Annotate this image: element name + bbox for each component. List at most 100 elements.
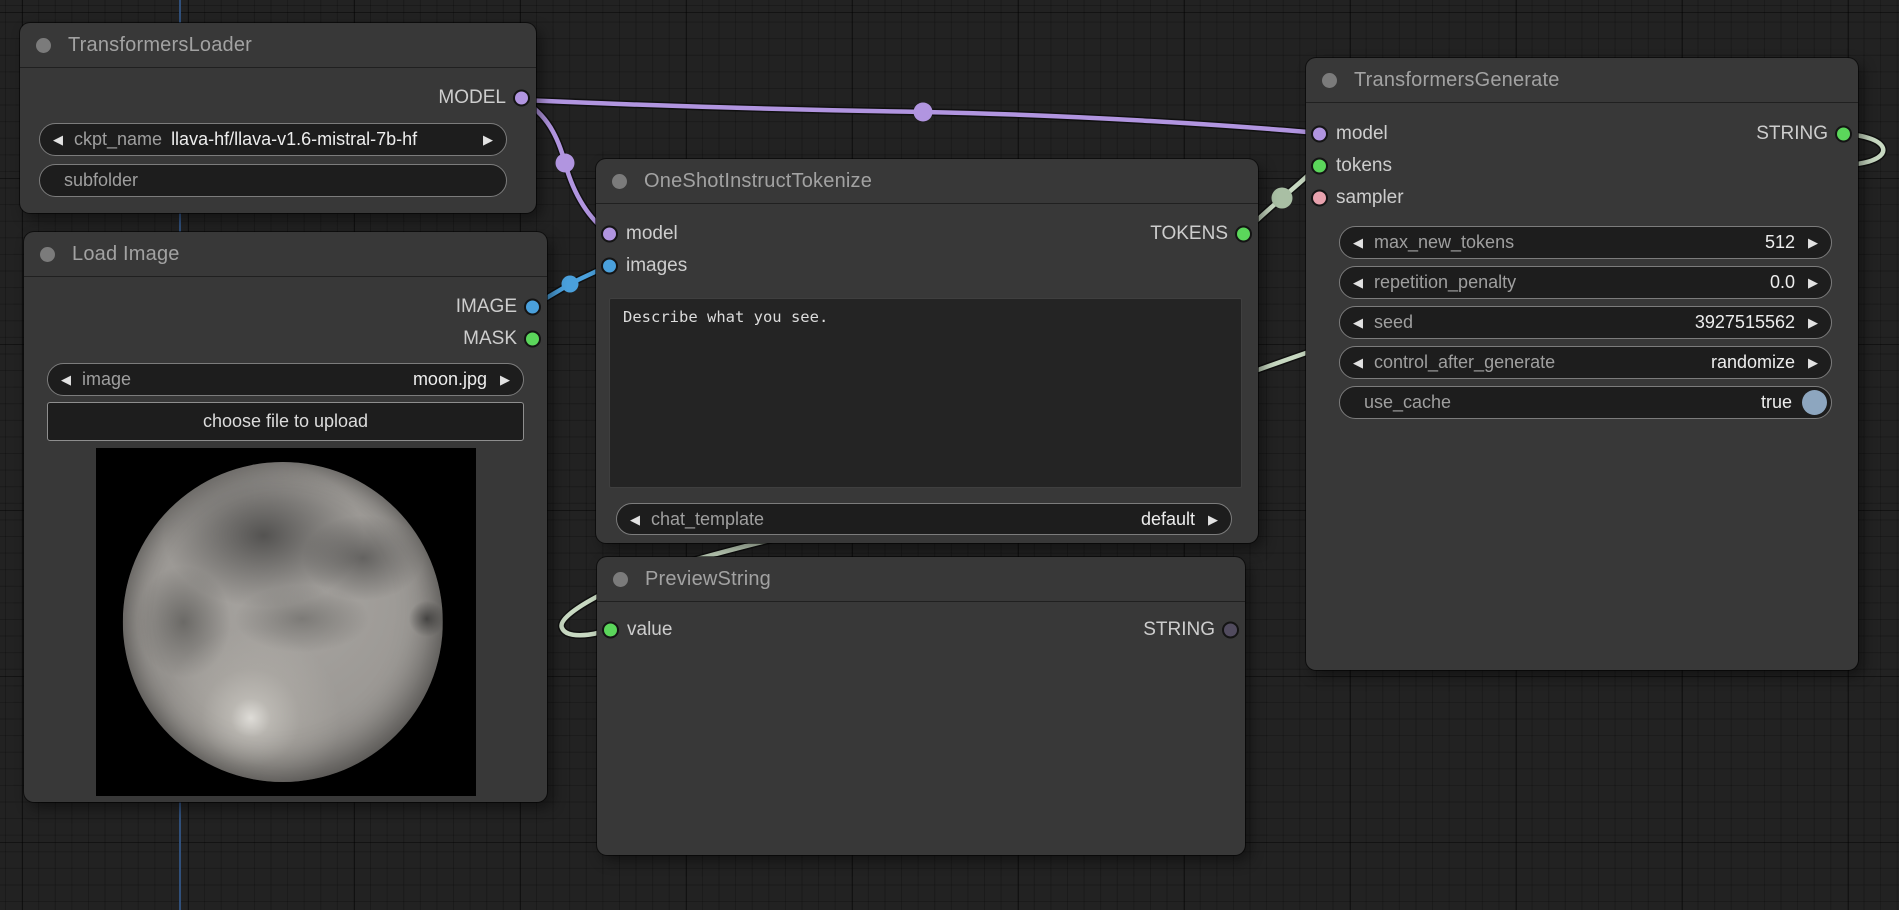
decrement-arrow-icon[interactable]: ◀ (630, 513, 640, 526)
output-label-string: STRING (1143, 619, 1215, 641)
input-dot-tokens[interactable] (1311, 158, 1328, 175)
node-load-image[interactable]: Load Image IMAGE MASK ◀ image moon.jpg ▶… (24, 232, 547, 802)
widget-chat-template[interactable]: ◀ chat_template default ▶ (616, 503, 1232, 535)
output-dot-model[interactable] (513, 90, 530, 107)
input-label-sampler: sampler (1336, 187, 1404, 209)
decrement-arrow-icon[interactable]: ◀ (61, 373, 71, 386)
node-transformers-loader[interactable]: TransformersLoader MODEL ◀ ckpt_name lla… (20, 23, 536, 213)
node-preview-string[interactable]: PreviewString value STRING (597, 557, 1245, 855)
increment-arrow-icon[interactable]: ▶ (1808, 356, 1818, 369)
wire-model-to-generate-outline (522, 100, 1319, 133)
slot-row: tokens (1306, 150, 1858, 182)
node-status-dot (612, 174, 627, 189)
node-title: OneShotInstructTokenize (644, 170, 872, 193)
output-dot-string[interactable] (1222, 622, 1239, 639)
widget-value: moon.jpg (413, 369, 487, 390)
input-label-model: model (1336, 123, 1388, 145)
widget-label: repetition_penalty (1374, 272, 1516, 293)
input-dot-value[interactable] (602, 622, 619, 639)
widget-value: llava-hf/llava-v1.6-mistral-7b-hf (171, 129, 417, 150)
slot-row: sampler (1306, 182, 1858, 214)
widget-value: 512 (1765, 232, 1795, 253)
node-title-bar[interactable]: Load Image (24, 232, 547, 277)
increment-arrow-icon[interactable]: ▶ (1808, 236, 1818, 249)
use-cache-toggle-icon[interactable] (1802, 390, 1827, 415)
widget-image[interactable]: ◀ image moon.jpg ▶ (47, 363, 524, 396)
widget-ckpt-name[interactable]: ◀ ckpt_name llava-hf/llava-v1.6-mistral-… (39, 123, 507, 156)
output-label-model: MODEL (438, 87, 506, 109)
decrement-arrow-icon[interactable]: ◀ (1353, 276, 1363, 289)
input-label-value: value (627, 619, 672, 641)
widget-control-after-generate[interactable]: ◀ control_after_generate randomize ▶ (1339, 346, 1832, 379)
output-dot-tokens[interactable] (1235, 226, 1252, 243)
decrement-arrow-icon[interactable]: ◀ (1353, 356, 1363, 369)
output-label-mask: MASK (463, 328, 517, 350)
widget-label: chat_template (651, 509, 764, 530)
input-label-images: images (626, 255, 687, 277)
node-status-dot (36, 38, 51, 53)
increment-arrow-icon[interactable]: ▶ (1808, 316, 1818, 329)
widget-max-new-tokens[interactable]: ◀ max_new_tokens 512 ▶ (1339, 226, 1832, 259)
widget-use-cache[interactable]: use_cache true (1339, 386, 1832, 419)
increment-arrow-icon[interactable]: ▶ (483, 133, 493, 146)
node-title-bar[interactable]: OneShotInstructTokenize (596, 159, 1258, 204)
output-label-string: STRING (1756, 123, 1828, 145)
input-dot-images[interactable] (601, 258, 618, 275)
increment-arrow-icon[interactable]: ▶ (1808, 276, 1818, 289)
node-transformers-generate[interactable]: TransformersGenerate model STRING tokens… (1306, 58, 1858, 670)
widget-value: 3927515562 (1695, 312, 1795, 333)
input-dot-sampler[interactable] (1311, 190, 1328, 207)
slot-row: model TOKENS (596, 218, 1258, 250)
slot-row: value STRING (597, 614, 1245, 646)
slot-row: MASK (24, 323, 547, 355)
decrement-arrow-icon[interactable]: ◀ (53, 133, 63, 146)
wire-dot-model-tokenize[interactable] (556, 154, 575, 173)
widget-value: true (1761, 392, 1792, 413)
slot-row: IMAGE (24, 291, 547, 323)
decrement-arrow-icon[interactable]: ◀ (1353, 316, 1363, 329)
wire-model-to-generate (522, 100, 1319, 133)
widget-label: image (82, 369, 131, 390)
widget-label: max_new_tokens (1374, 232, 1514, 253)
choose-file-button[interactable]: choose file to upload (47, 402, 524, 441)
node-title-bar[interactable]: TransformersGenerate (1306, 58, 1858, 103)
output-dot-image[interactable] (524, 299, 541, 316)
slot-row: model STRING (1306, 118, 1858, 150)
input-dot-model[interactable] (601, 226, 618, 243)
slot-row: MODEL (20, 82, 536, 114)
output-dot-string[interactable] (1835, 126, 1852, 143)
node-title: PreviewString (645, 568, 771, 591)
widget-value: default (1141, 509, 1195, 530)
slot-row: images (596, 250, 1258, 282)
node-title-bar[interactable]: PreviewString (597, 557, 1245, 602)
moon-image (122, 462, 442, 782)
widget-repetition-penalty[interactable]: ◀ repetition_penalty 0.0 ▶ (1339, 266, 1832, 299)
node-title: TransformersGenerate (1354, 69, 1560, 92)
widget-seed[interactable]: ◀ seed 3927515562 ▶ (1339, 306, 1832, 339)
wire-dot-image[interactable] (562, 276, 579, 293)
increment-arrow-icon[interactable]: ▶ (500, 373, 510, 386)
input-label-tokens: tokens (1336, 155, 1392, 177)
widget-label: subfolder (64, 170, 138, 191)
widget-label: ckpt_name (74, 129, 162, 150)
widget-label: seed (1374, 312, 1413, 333)
input-dot-model[interactable] (1311, 126, 1328, 143)
increment-arrow-icon[interactable]: ▶ (1208, 513, 1218, 526)
prompt-textarea[interactable]: Describe what you see. (609, 298, 1242, 488)
node-title-bar[interactable]: TransformersLoader (20, 23, 536, 68)
widget-label: use_cache (1364, 392, 1451, 413)
node-status-dot (613, 572, 628, 587)
widget-subfolder[interactable]: subfolder (39, 164, 507, 197)
node-one-shot-instruct-tokenize[interactable]: OneShotInstructTokenize model TOKENS ima… (596, 159, 1258, 543)
image-preview (96, 448, 476, 796)
graph-canvas[interactable]: { "icons": { "left_arrow": "◀", "right_a… (0, 0, 1899, 910)
input-label-model: model (626, 223, 678, 245)
widget-label: control_after_generate (1374, 352, 1555, 373)
decrement-arrow-icon[interactable]: ◀ (1353, 236, 1363, 249)
wire-dot-tokens[interactable] (1272, 188, 1293, 209)
output-dot-mask[interactable] (524, 331, 541, 348)
node-title: Load Image (72, 243, 180, 266)
wire-dot-model-generate[interactable] (914, 103, 933, 122)
node-status-dot (1322, 73, 1337, 88)
node-title: TransformersLoader (68, 34, 252, 57)
